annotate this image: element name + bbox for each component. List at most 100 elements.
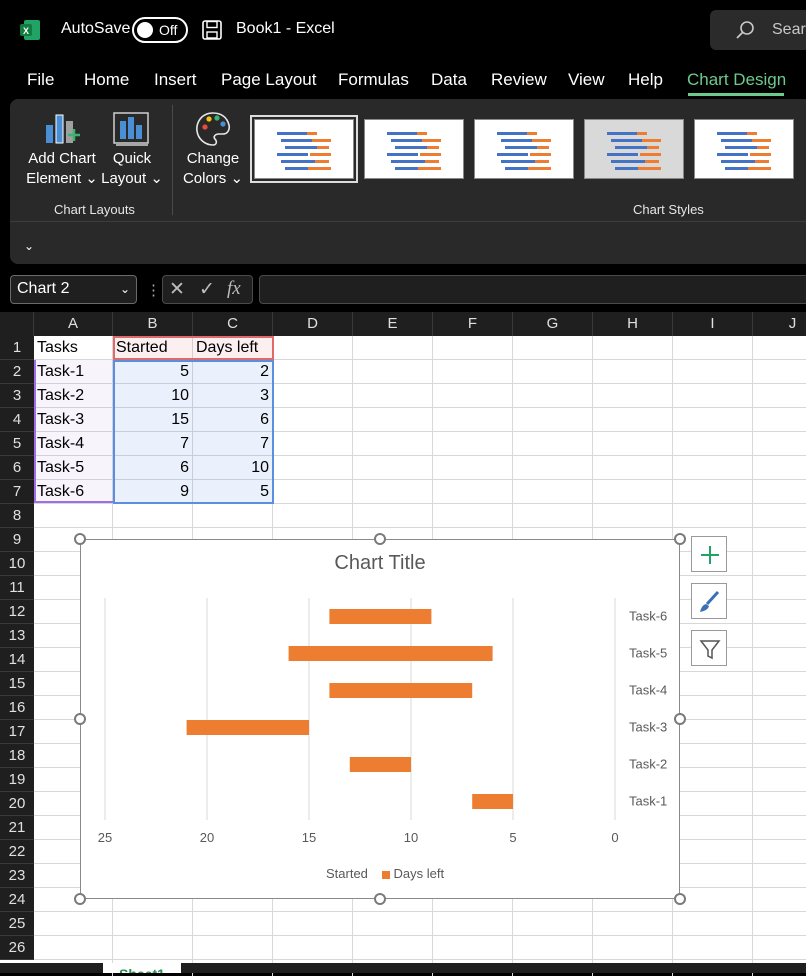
table-cell[interactable]: Task-5: [34, 456, 113, 480]
resize-handle[interactable]: [374, 893, 386, 905]
tab-insert[interactable]: Insert: [154, 70, 197, 90]
table-cell[interactable]: 7: [113, 432, 193, 456]
row-header[interactable]: 8: [0, 504, 34, 528]
table-cell[interactable]: Task-1: [34, 360, 113, 384]
sheet-tab[interactable]: Sheet1: [103, 963, 181, 973]
add-chart-element-button[interactable]: Add Chart Element ⌄: [24, 149, 100, 189]
row-header[interactable]: 4: [0, 408, 34, 432]
name-box[interactable]: Chart 2 ⌄: [10, 275, 137, 304]
resize-handle[interactable]: [674, 893, 686, 905]
insert-function-icon[interactable]: fx: [227, 278, 241, 300]
column-header[interactable]: D: [273, 312, 353, 336]
resize-handle[interactable]: [674, 713, 686, 725]
resize-handle[interactable]: [374, 533, 386, 545]
row-header[interactable]: 14: [0, 648, 34, 672]
row-header[interactable]: 22: [0, 840, 34, 864]
row-header[interactable]: 21: [0, 816, 34, 840]
chart-style-2[interactable]: [364, 119, 464, 179]
row-header[interactable]: 6: [0, 456, 34, 480]
row-header[interactable]: 20: [0, 792, 34, 816]
chart[interactable]: Chart Title 25 20 15 10 5 0 Task-1 Task-2 Task-3…: [80, 539, 680, 899]
row-header[interactable]: 25: [0, 912, 34, 936]
tab-chart-design[interactable]: Chart Design: [687, 70, 786, 90]
chart-style-1[interactable]: [250, 115, 358, 183]
table-cell[interactable]: 6: [193, 408, 273, 432]
row-header[interactable]: 16: [0, 696, 34, 720]
chart-filters-button[interactable]: [691, 630, 727, 666]
row-header[interactable]: 12: [0, 600, 34, 624]
column-header[interactable]: H: [593, 312, 673, 336]
row-header[interactable]: 9: [0, 528, 34, 552]
resize-handle[interactable]: [74, 713, 86, 725]
header-cell[interactable]: Started: [113, 336, 193, 360]
row-header[interactable]: 13: [0, 624, 34, 648]
tab-review[interactable]: Review: [491, 70, 547, 90]
tab-home[interactable]: Home: [84, 70, 129, 90]
cancel-icon[interactable]: ✕: [169, 278, 185, 301]
row-header[interactable]: 3: [0, 384, 34, 408]
row-header[interactable]: 1: [0, 336, 34, 360]
quick-layout-button[interactable]: Quick Layout ⌄: [98, 149, 166, 189]
more-options-icon[interactable]: ⋮: [146, 281, 161, 299]
table-cell[interactable]: 5: [193, 480, 273, 504]
table-cell[interactable]: 3: [193, 384, 273, 408]
chart-elements-button[interactable]: [691, 536, 727, 572]
row-header[interactable]: 23: [0, 864, 34, 888]
search-box[interactable]: Sear: [710, 10, 806, 50]
table-cell[interactable]: 5: [113, 360, 193, 384]
table-cell[interactable]: Task-6: [34, 480, 113, 504]
column-header[interactable]: I: [673, 312, 753, 336]
row-header[interactable]: 5: [0, 432, 34, 456]
row-header[interactable]: 24: [0, 888, 34, 912]
table-cell[interactable]: 7: [193, 432, 273, 456]
row-header[interactable]: 11: [0, 576, 34, 600]
table-cell[interactable]: Task-4: [34, 432, 113, 456]
tab-view[interactable]: View: [568, 70, 605, 90]
table-cell[interactable]: 9: [113, 480, 193, 504]
tab-data[interactable]: Data: [431, 70, 467, 90]
row-header[interactable]: 7: [0, 480, 34, 504]
header-cell[interactable]: Days left: [193, 336, 273, 360]
resize-handle[interactable]: [674, 533, 686, 545]
row-header[interactable]: 19: [0, 768, 34, 792]
column-header[interactable]: B: [113, 312, 193, 336]
table-cell[interactable]: Task-3: [34, 408, 113, 432]
chart-legend[interactable]: Started Days left: [326, 866, 444, 881]
column-header[interactable]: E: [353, 312, 433, 336]
chart-style-5[interactable]: [694, 119, 794, 179]
row-header[interactable]: 2: [0, 360, 34, 384]
table-cell[interactable]: Task-2: [34, 384, 113, 408]
chart-style-3[interactable]: [474, 119, 574, 179]
table-cell[interactable]: 15: [113, 408, 193, 432]
change-colors-button[interactable]: Change Colors ⌄: [178, 149, 248, 189]
formula-input[interactable]: [259, 275, 806, 304]
table-cell[interactable]: 10: [193, 456, 273, 480]
autosave-toggle[interactable]: Off: [132, 17, 188, 43]
table-cell[interactable]: 6: [113, 456, 193, 480]
column-header[interactable]: J: [753, 312, 806, 336]
worksheet-grid[interactable]: ABCDEFGHIJ Chart Title 25 20 15 10 5 0 Task-1 T…: [0, 312, 806, 976]
chart-styles-button[interactable]: [691, 583, 727, 619]
column-header[interactable]: C: [193, 312, 273, 336]
confirm-icon[interactable]: ✓: [199, 278, 215, 301]
column-header[interactable]: F: [433, 312, 513, 336]
row-header[interactable]: 15: [0, 672, 34, 696]
tab-help[interactable]: Help: [628, 70, 663, 90]
save-icon[interactable]: [201, 19, 223, 41]
resize-handle[interactable]: [74, 533, 86, 545]
chart-style-4[interactable]: [584, 119, 684, 179]
tab-file[interactable]: File: [27, 70, 54, 90]
table-cell[interactable]: 10: [113, 384, 193, 408]
tab-page-layout[interactable]: Page Layout: [221, 70, 316, 90]
select-all-corner[interactable]: [0, 312, 34, 336]
table-cell[interactable]: 2: [193, 360, 273, 384]
tab-formulas[interactable]: Formulas: [338, 70, 409, 90]
column-header[interactable]: A: [34, 312, 113, 336]
resize-handle[interactable]: [74, 893, 86, 905]
header-cell[interactable]: Tasks: [34, 336, 113, 360]
row-header[interactable]: 17: [0, 720, 34, 744]
ribbon-collapse-icon[interactable]: ⌄: [24, 239, 34, 253]
row-header[interactable]: 18: [0, 744, 34, 768]
row-header[interactable]: 26: [0, 936, 34, 960]
row-header[interactable]: 10: [0, 552, 34, 576]
